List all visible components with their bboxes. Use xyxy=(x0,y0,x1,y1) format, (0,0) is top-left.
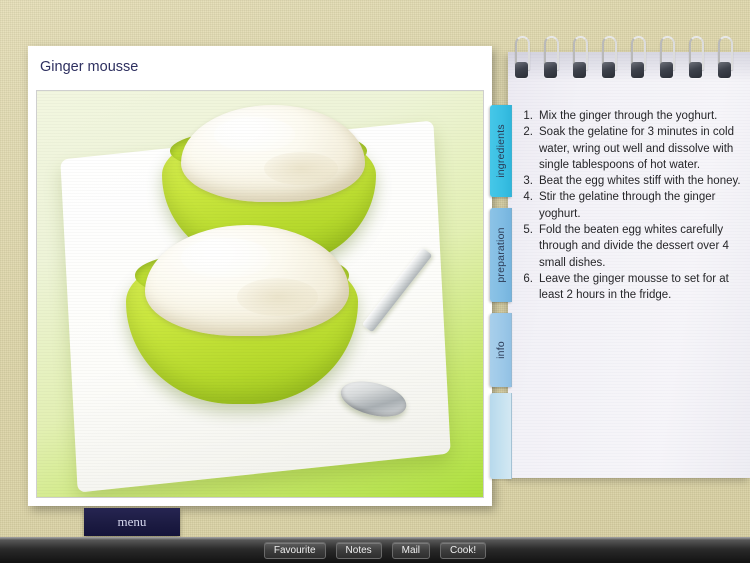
tab-ingredients-label: ingredients xyxy=(494,124,507,178)
section-tabs: ingredients preparation info xyxy=(490,0,512,563)
preparation-steps-list: 1. Mix the ginger through the yoghurt. 2. S… xyxy=(522,108,742,304)
preparation-step: 4. Stir the gelatine through the ginger y… xyxy=(522,189,742,222)
step-text: Beat the egg whites stiff with the honey… xyxy=(539,175,741,188)
tab-info[interactable]: info xyxy=(490,313,512,387)
plate xyxy=(60,120,451,493)
step-number: 1. xyxy=(523,110,533,122)
preparation-step: 2. Soak the gelatine for 3 minutes in col… xyxy=(522,124,742,173)
tab-preparation-label: preparation xyxy=(494,227,507,283)
step-text: Stir the gelatine through the ginger yog… xyxy=(539,191,716,220)
mousse-back xyxy=(181,105,366,203)
step-text: Fold the beaten egg whites carefully thr… xyxy=(539,224,729,269)
step-number: 3. xyxy=(523,175,533,188)
recipe-card: Ginger mousse xyxy=(28,46,492,506)
step-text: Soak the gelatine for 3 minutes in cold … xyxy=(539,126,734,171)
menu-button[interactable]: menu xyxy=(84,508,180,536)
mousse-front xyxy=(144,224,349,336)
notepad-page: 1. Mix the ginger through the yoghurt. 2. S… xyxy=(508,52,750,478)
recipe-photo xyxy=(37,91,483,497)
tab-info-label: info xyxy=(494,341,507,359)
recipe-photo-frame xyxy=(36,90,484,498)
bowl-front xyxy=(126,224,359,404)
step-number: 6. xyxy=(523,272,533,285)
spoon-handle xyxy=(361,247,433,333)
bottom-toolbar: Favourite Notes Mail Cook! xyxy=(0,537,750,563)
step-number: 2. xyxy=(523,126,533,139)
notepad-top-shading xyxy=(508,52,750,82)
tab-ingredients[interactable]: ingredients xyxy=(490,105,512,197)
toolbar-button-mail[interactable]: Mail xyxy=(391,542,431,559)
step-number: 5. xyxy=(523,224,533,237)
tab-filler-strip xyxy=(490,393,512,479)
toolbar-button-cook[interactable]: Cook! xyxy=(440,542,487,559)
app-background: 1. Mix the ginger through the yoghurt. 2. S… xyxy=(0,0,750,563)
bowl-front-rim xyxy=(135,249,349,302)
step-text: Mix the ginger through the yoghurt. xyxy=(539,110,718,122)
toolbar-button-favourite[interactable]: Favourite xyxy=(263,542,326,559)
page-title: Ginger mousse xyxy=(40,59,139,75)
bowl-back xyxy=(161,105,376,266)
spoon-bowl xyxy=(337,375,411,424)
step-number: 4. xyxy=(523,191,533,204)
toolbar-button-notes[interactable]: Notes xyxy=(335,542,382,559)
preparation-step: 3. Beat the egg whites stiff with the hon… xyxy=(522,173,742,189)
tab-preparation[interactable]: preparation xyxy=(490,208,512,302)
step-text: Leave the ginger mousse to set for at le… xyxy=(539,272,729,302)
preparation-step: 6. Leave the ginger mousse to set for at … xyxy=(522,271,742,304)
bowl-back-rim xyxy=(170,127,368,175)
preparation-step: 1. Mix the ginger through the yoghurt. xyxy=(522,108,742,124)
menu-button-label: menu xyxy=(117,514,147,529)
preparation-step: 5. Fold the beaten egg whites carefully t… xyxy=(522,222,742,271)
